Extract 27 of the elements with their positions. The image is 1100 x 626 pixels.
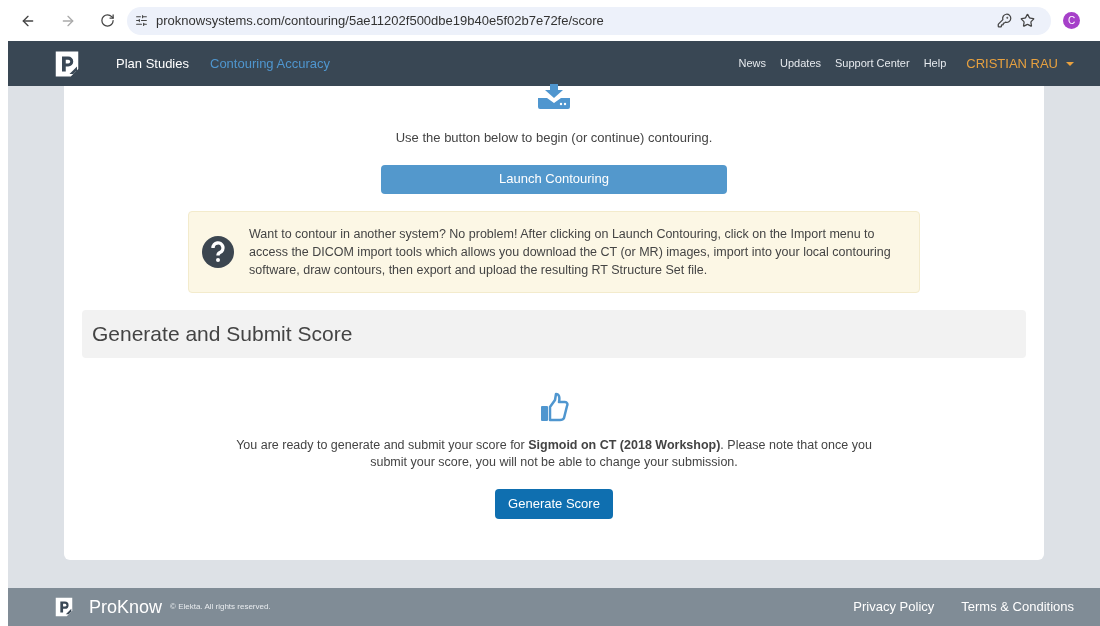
footer-link[interactable]: Terms & Conditions [961,597,1074,617]
nav-link[interactable]: Contouring Accuracy [210,53,330,74]
ready-message: You are ready to generate and submit your score for Sigmoid on CT (2018 Workshop). Please note that once you submit your score, you will not be able to change your submission. [235,436,873,471]
user-menu[interactable]: CRISTIAN RAU [966,53,1074,74]
address-bar[interactable]: proknowsystems.com/contouring/5ae11202f500dbe19b40e5f02b7e72fe/score [127,6,1051,35]
key-icon[interactable] [997,13,1012,28]
copyright-text: © Elekta. All rights reserved. [170,601,271,613]
logo-icon [53,596,75,618]
footer-link[interactable]: Privacy Policy [853,597,935,617]
notice-text: Want to contour in another system? No problem! After clicking on Launch Contouring, click on the Import menu to access the DICOM import tools which allows you download the CT (or MR) images, import into your local contouring software, draw contours, then export and upload the resulting RT Structure Set file. [249,225,892,279]
reload-icon[interactable] [100,13,115,28]
site-settings-icon[interactable] [135,14,148,27]
generate-score-button[interactable]: Generate Score [495,488,613,519]
nav-link[interactable]: Support Center [835,55,910,72]
thumbs-up-icon [539,391,569,424]
nav-link[interactable]: Updates [780,55,822,72]
instruction-text: Use the button below to begin (or continue) contouring. [395,129,713,147]
footer-brand: ProKnow [89,595,163,619]
profile-avatar[interactable]: C [1063,12,1080,29]
question-icon [202,235,234,268]
launch-contouring-button[interactable]: Launch Contouring [381,164,727,194]
nav-link[interactable]: News [738,55,767,72]
bookmark-icon[interactable] [1020,13,1035,28]
nav-link[interactable]: Plan Studies [116,53,189,74]
section-heading: Generate and Submit Score [92,320,353,347]
url-text: proknowsystems.com/contouring/5ae11202f500dbe19b40e5f02b7e72fe/score [156,11,604,30]
nav-link[interactable]: Help [923,55,947,72]
